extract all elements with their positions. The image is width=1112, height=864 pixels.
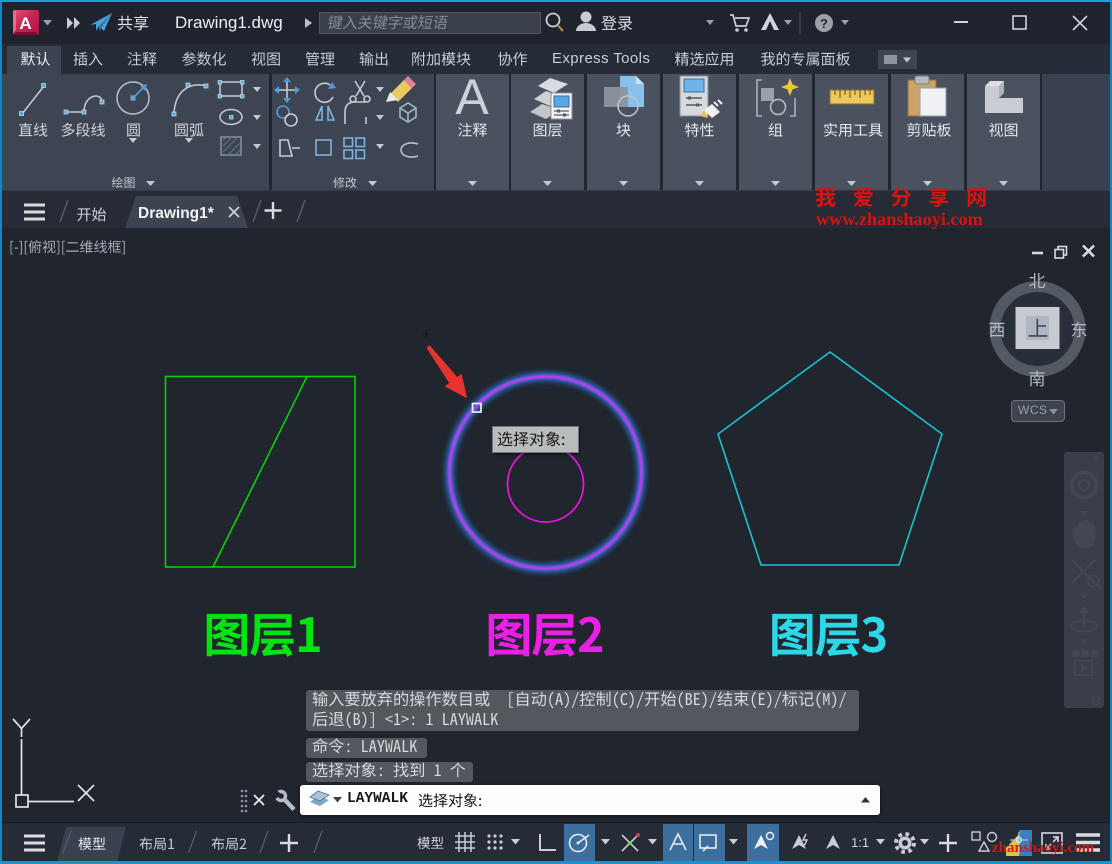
svg-text:A: A: [19, 14, 31, 33]
svg-text:?: ?: [820, 16, 828, 31]
svg-text:A: A: [455, 69, 489, 125]
